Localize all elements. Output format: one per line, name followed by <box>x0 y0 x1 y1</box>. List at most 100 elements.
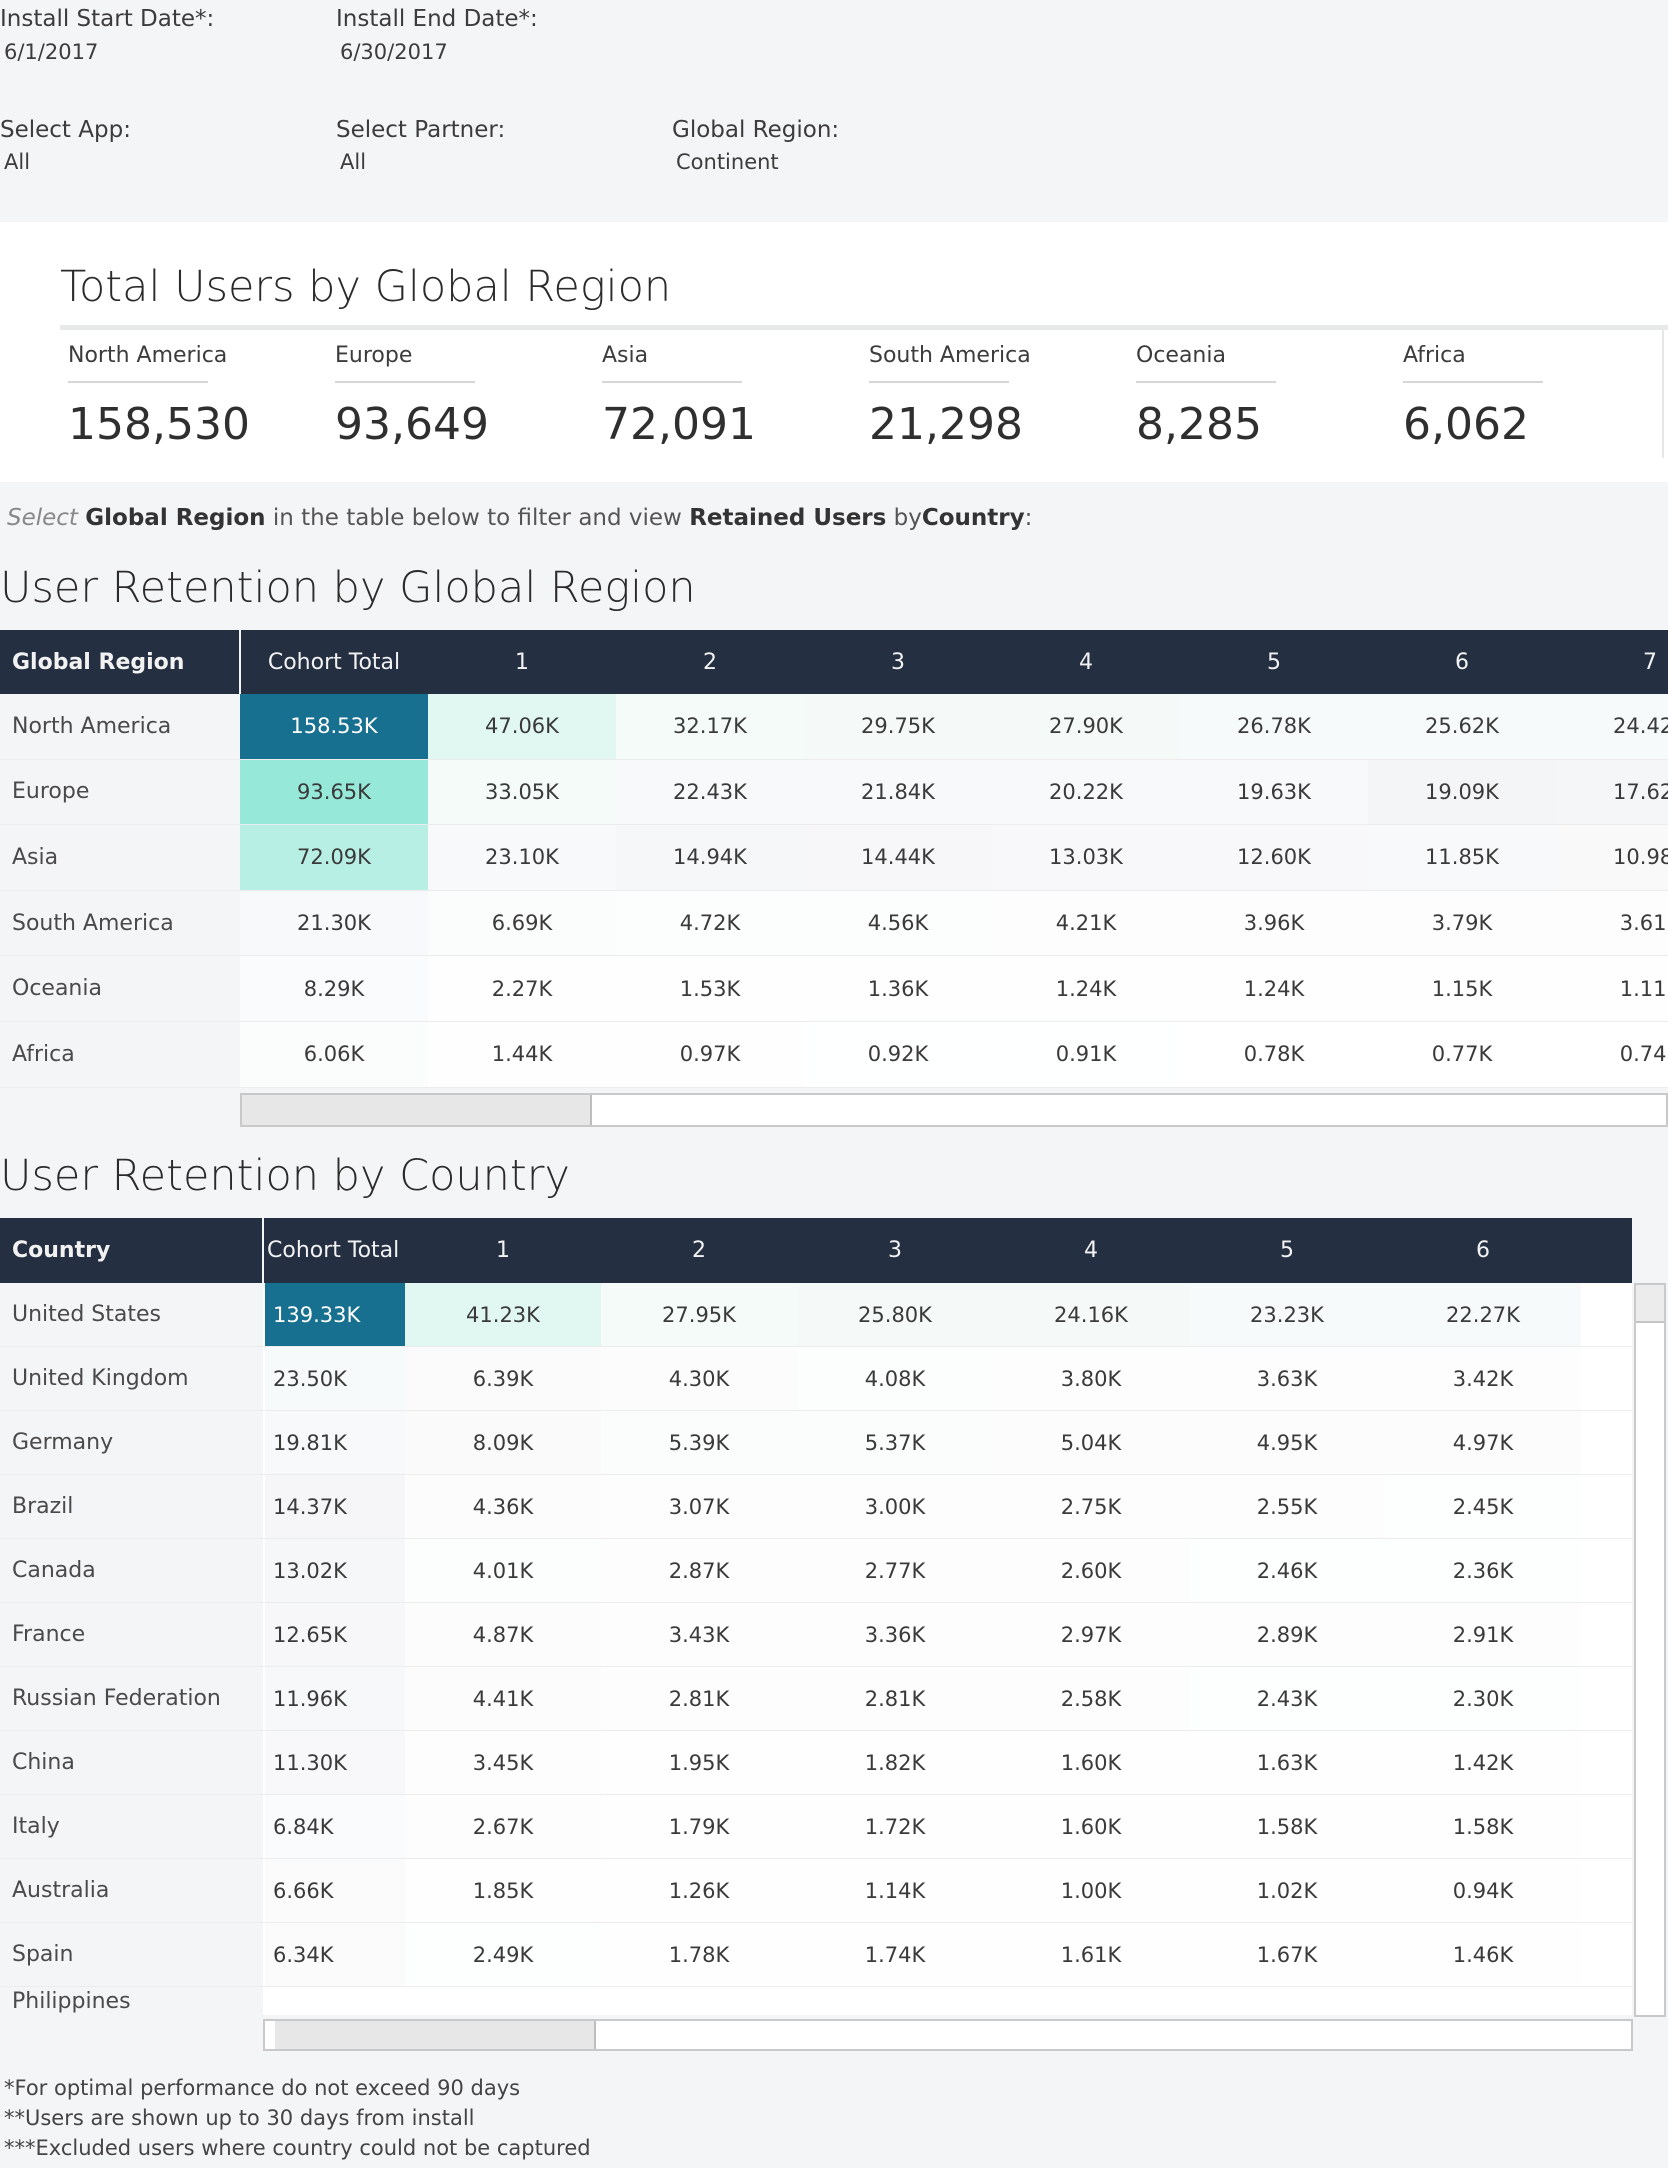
retention-cell-day-5[interactable]: 23.23K <box>1189 1283 1385 1346</box>
table-row[interactable]: United Kingdom 23.50K 6.39K 4.30K 4.08K 3.80K… <box>0 1347 1632 1411</box>
retention-cell-day-7[interactable]: 3.61K <box>1556 890 1668 956</box>
cohort-total-cell[interactable]: 6.84K <box>265 1795 405 1858</box>
retention-cell-day-3[interactable]: 3.00K <box>797 1475 993 1538</box>
retention-cell-day-1[interactable]: 2.67K <box>405 1795 601 1858</box>
retention-cell-day-6[interactable]: 3.42K <box>1385 1347 1581 1410</box>
retention-cell-day-3[interactable]: 25.80K <box>797 1283 993 1346</box>
cohort-total-cell[interactable]: 11.30K <box>265 1731 405 1794</box>
retention-cell-day-1[interactable]: 8.09K <box>405 1411 601 1474</box>
region-filter-value[interactable]: Continent <box>676 150 779 174</box>
retention-cell-day-2[interactable]: 1.79K <box>601 1795 797 1858</box>
cohort-total-cell[interactable]: 11.96K <box>265 1667 405 1730</box>
retention-cell-day-3[interactable]: 29.75K <box>804 694 992 759</box>
retention-cell-day-2[interactable]: 32.17K <box>616 694 804 759</box>
retention-cell-day-3[interactable]: 4.08K <box>797 1347 993 1410</box>
retention-cell-day-4[interactable]: 2.60K <box>993 1539 1189 1602</box>
row-label[interactable]: Philippines <box>0 1987 263 2015</box>
retention-cell-day-4[interactable]: 1.60K <box>993 1731 1189 1794</box>
row-label[interactable]: South America <box>0 890 240 956</box>
retention-cell-day-4[interactable]: 27.90K <box>992 694 1180 759</box>
start-date-value[interactable]: 6/1/2017 <box>4 40 98 64</box>
retention-cell-day-1[interactable]: 2.27K <box>428 956 616 1021</box>
retention-cell-day-2[interactable]: 3.43K <box>601 1603 797 1666</box>
retention-cell-day-2[interactable]: 2.87K <box>601 1539 797 1602</box>
retention-cell-day-6[interactable]: 1.15K <box>1368 956 1556 1021</box>
retention-cell-day-3[interactable]: 2.77K <box>797 1539 993 1602</box>
retention-cell-day-4[interactable]: 13.03K <box>992 825 1180 890</box>
retention-cell-day-5[interactable]: 1.02K <box>1189 1859 1385 1922</box>
row-label[interactable]: China <box>0 1731 263 1794</box>
retention-cell-day-6[interactable]: 0.94K <box>1385 1859 1581 1922</box>
cohort-total-cell[interactable]: 6.06K <box>240 1022 428 1087</box>
header-day-2[interactable]: 2 <box>601 1218 797 1283</box>
retention-cell-day-6[interactable]: 4.97K <box>1385 1411 1581 1474</box>
retention-cell-day-4[interactable]: 1.61K <box>993 1923 1189 1986</box>
retention-cell-day-2[interactable]: 5.39K <box>601 1411 797 1474</box>
retention-cell-day-5[interactable]: 3.63K <box>1189 1347 1385 1410</box>
retention-cell-day-3[interactable]: 1.74K <box>797 1923 993 1986</box>
retention-cell-day-3[interactable]: 14.44K <box>804 825 992 890</box>
country-scroll-thumb[interactable] <box>275 2021 596 2049</box>
retention-cell-day-7[interactable]: 24.42K <box>1556 694 1668 759</box>
table-row[interactable]: Brazil 14.37K 4.36K 3.07K 3.00K 2.75K 2.55K 2.4… <box>0 1475 1632 1539</box>
retention-cell-day-2[interactable]: 1.95K <box>601 1731 797 1794</box>
row-label[interactable]: Oceania <box>0 956 240 1021</box>
row-label[interactable]: Germany <box>0 1411 263 1474</box>
table-row[interactable]: Asia 72.09K 23.10K 14.94K 14.44K 13.03K 12.60K… <box>0 825 1668 891</box>
retention-cell-day-6[interactable]: 2.30K <box>1385 1667 1581 1730</box>
retention-cell-day-4[interactable]: 2.97K <box>993 1603 1189 1666</box>
cohort-total-cell[interactable]: 12.65K <box>265 1603 405 1666</box>
retention-cell-day-6[interactable]: 2.45K <box>1385 1475 1581 1538</box>
retention-cell-day-1[interactable]: 4.01K <box>405 1539 601 1602</box>
table-row[interactable]: North America 158.53K 47.06K 32.17K 29.75K 27… <box>0 694 1668 760</box>
retention-cell-day-5[interactable]: 26.78K <box>1180 694 1368 759</box>
table-row[interactable]: Australia 6.66K 1.85K 1.26K 1.14K 1.00K 1.02K 0… <box>0 1859 1632 1923</box>
region-scroll-thumb[interactable] <box>242 1095 592 1125</box>
header-cohort-total[interactable]: Cohort Total <box>265 1218 405 1283</box>
cohort-total-cell[interactable]: 19.81K <box>265 1411 405 1474</box>
header-first-column[interactable]: Country <box>0 1218 263 1283</box>
app-filter-value[interactable]: All <box>4 150 30 174</box>
retention-cell-day-6[interactable]: 2.36K <box>1385 1539 1581 1602</box>
retention-cell-day-7[interactable]: 0.74K <box>1556 1022 1668 1087</box>
retention-cell-day-2[interactable]: 14.94K <box>616 825 804 890</box>
row-label[interactable]: United States <box>0 1283 263 1346</box>
header-first-column[interactable]: Global Region <box>0 630 240 694</box>
retention-cell-day-1[interactable]: 6.69K <box>428 890 616 956</box>
retention-cell-day-3[interactable]: 3.36K <box>797 1603 993 1666</box>
retention-cell-day-5[interactable]: 2.46K <box>1189 1539 1385 1602</box>
cohort-total-cell[interactable]: 72.09K <box>240 825 428 890</box>
header-day-7[interactable]: 7 <box>1581 1218 1632 1283</box>
retention-cell-day-1[interactable]: 1.85K <box>405 1859 601 1922</box>
table-row[interactable]: Germany 19.81K 8.09K 5.39K 5.37K 5.04K 4.95K 4.… <box>0 1411 1632 1475</box>
header-day-7[interactable]: 7 <box>1556 630 1668 694</box>
retention-cell-day-3[interactable]: 1.36K <box>804 956 992 1021</box>
retention-cell-day-7[interactable]: 10.98K <box>1556 825 1668 890</box>
cohort-total-cell[interactable]: 93.65K <box>240 759 428 825</box>
retention-cell-day-3[interactable]: 0.92K <box>804 1022 992 1087</box>
retention-cell-day-2[interactable]: 22.43K <box>616 759 804 825</box>
cohort-total-cell[interactable]: 6.66K <box>265 1859 405 1922</box>
region-table-hscrollbar[interactable] <box>240 1093 1668 1127</box>
retention-cell-day-1[interactable]: 4.41K <box>405 1667 601 1730</box>
retention-cell-day-4[interactable]: 0.91K <box>992 1022 1180 1087</box>
row-label[interactable]: United Kingdom <box>0 1347 263 1410</box>
retention-cell-day-2[interactable]: 4.72K <box>616 890 804 956</box>
table-row[interactable]: China 11.30K 3.45K 1.95K 1.82K 1.60K 1.63K 1.42… <box>0 1731 1632 1795</box>
table-row[interactable]: Africa 6.06K 1.44K 0.97K 0.92K 0.91K 0.78K 0.77… <box>0 1022 1668 1088</box>
retention-cell-day-4[interactable]: 24.16K <box>993 1283 1189 1346</box>
retention-cell-day-4[interactable]: 2.58K <box>993 1667 1189 1730</box>
retention-cell-day-6[interactable]: 22.27K <box>1385 1283 1581 1346</box>
retention-cell-day-3[interactable]: 1.14K <box>797 1859 993 1922</box>
row-label[interactable]: Italy <box>0 1795 263 1858</box>
retention-cell-day-4[interactable]: 1.60K <box>993 1795 1189 1858</box>
retention-cell-day-5[interactable]: 2.55K <box>1189 1475 1385 1538</box>
cohort-total-cell[interactable]: 14.37K <box>265 1475 405 1538</box>
cohort-total-cell[interactable]: 13.02K <box>265 1539 405 1602</box>
header-day-6[interactable]: 6 <box>1385 1218 1581 1283</box>
row-label[interactable]: France <box>0 1603 263 1666</box>
header-day-5[interactable]: 5 <box>1189 1218 1385 1283</box>
row-label[interactable]: Africa <box>0 1022 240 1087</box>
table-row[interactable]: Philippines <box>0 1987 1632 2015</box>
row-label[interactable]: Canada <box>0 1539 263 1602</box>
